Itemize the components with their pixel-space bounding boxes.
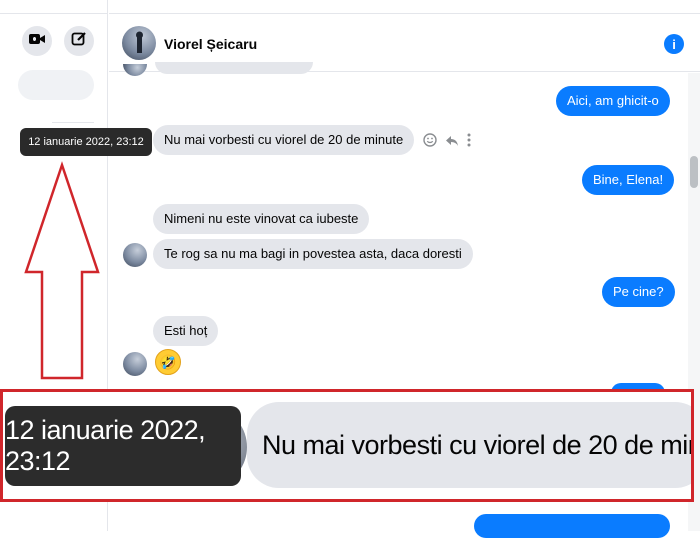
zoom-message-text: Nu mai vorbesti cu viorel de 20 de minut…	[262, 429, 694, 460]
zoom-timestamp-tooltip: 12 ianuarie 2022, 23:12	[5, 406, 241, 486]
zoom-annotation-box: t 12 ianuarie 2022, 23:12 Nu mai vorbest…	[0, 389, 694, 502]
zoom-timestamp-text: 12 ianuarie 2022, 23:12	[5, 415, 206, 476]
zoom-message-bubble: Nu mai vorbesti cu viorel de 20 de minut…	[247, 402, 694, 488]
message-bubble-outgoing-partial	[474, 514, 670, 538]
